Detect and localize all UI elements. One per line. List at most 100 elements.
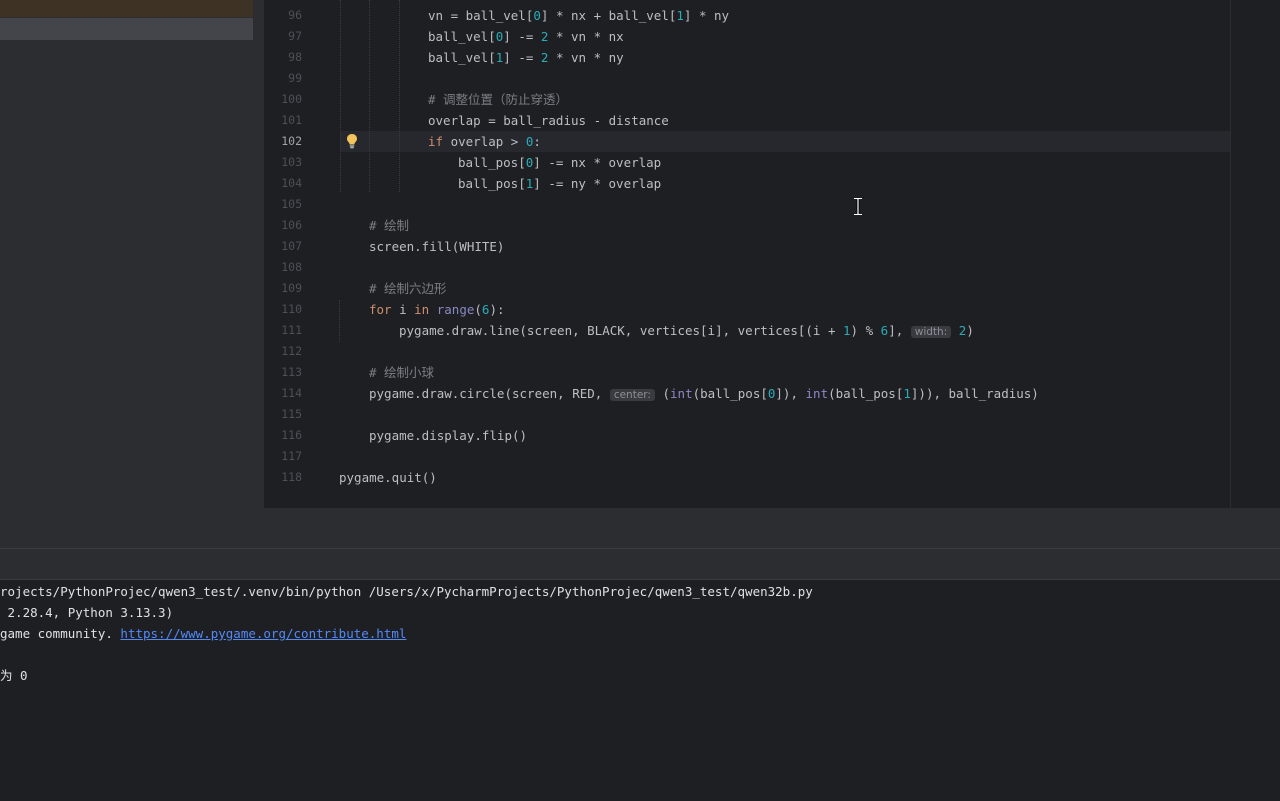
line-number: 97: [288, 29, 302, 43]
line-number: 104: [281, 176, 302, 190]
line-number: 114: [281, 386, 302, 400]
console-line-pygame-version: 2.28.4, Python 3.13.3): [0, 605, 174, 620]
code-line[interactable]: ball_vel[0] -= 2 * vn * nx: [339, 26, 624, 47]
code-editor[interactable]: 96 97 98 99 100 101 102 103 104 105 106 107 108 109 11…: [265, 0, 1280, 508]
code-token: (ball_pos[: [692, 386, 768, 401]
line-number: 110: [281, 302, 302, 316]
code-line[interactable]: # 绘制: [339, 215, 409, 236]
code-token: int: [805, 386, 829, 401]
line-number: 115: [281, 407, 302, 421]
code-token: # 绘制: [369, 218, 410, 233]
project-tree-scrollbar[interactable]: [253, 0, 264, 508]
code-line[interactable]: # 调整位置（防止穿透）: [339, 89, 568, 110]
code-token: pygame.draw.line(screen, BLACK, vertices…: [399, 323, 844, 338]
code-token: for: [369, 302, 392, 317]
run-toolwindow-header: [0, 549, 1280, 579]
code-token: pygame.quit(): [339, 470, 437, 485]
line-number: 117: [281, 449, 302, 463]
line-number: 102: [281, 134, 302, 148]
console-line-command: rojects/PythonProjec/qwen3_test/.venv/bi…: [0, 584, 813, 599]
code-token: # 绘制小球: [369, 365, 435, 380]
code-token: 0: [533, 8, 541, 23]
code-token: (ball_pos[: [828, 386, 904, 401]
code-line[interactable]: ball_pos[1] -= ny * overlap: [339, 173, 661, 194]
code-token: :: [533, 134, 541, 149]
editor-bottom-area: [0, 508, 1280, 548]
code-token: overlap = ball_radius - distance: [428, 113, 669, 128]
code-token: 1: [676, 8, 684, 23]
code-token: ball_vel[: [428, 29, 496, 44]
line-number-gutter: 96 97 98 99 100 101 102 103 104 105 106 107 108 109 11…: [265, 0, 335, 508]
code-token: pygame.display.flip(): [369, 428, 528, 443]
console-line-output: 为 0: [0, 668, 28, 683]
code-token: ] -=: [503, 50, 541, 65]
parameter-hint: width:: [910, 326, 952, 338]
text-cursor-icon: [854, 197, 862, 216]
project-tree-panel: [0, 0, 264, 508]
line-number: 107: [281, 239, 302, 253]
code-line[interactable]: vn = ball_vel[0] * nx + ball_vel[1] * ny: [339, 5, 729, 26]
code-line[interactable]: pygame.draw.line(screen, BLACK, vertices…: [339, 320, 974, 341]
line-number: 99: [288, 71, 302, 85]
code-token: in: [414, 302, 430, 317]
code-line[interactable]: pygame.draw.circle(screen, RED, center: …: [339, 383, 1039, 404]
code-token: ] * nx + ball_vel[: [540, 8, 677, 23]
code-line[interactable]: # 绘制六边形: [339, 278, 447, 299]
code-line[interactable]: pygame.quit(): [339, 467, 437, 488]
code-token: ]),: [775, 386, 806, 401]
console-line-community: game community. https://www.pygame.org/c…: [0, 623, 406, 644]
line-number: 103: [281, 155, 302, 169]
code-line[interactable]: for i in range(6):: [339, 299, 505, 320]
code-line[interactable]: ball_vel[1] -= 2 * vn * ny: [339, 47, 624, 68]
code-token: ball_pos[: [458, 155, 526, 170]
code-token: * vn * ny: [548, 50, 624, 65]
line-number: 112: [281, 344, 302, 358]
project-tree-selected-row[interactable]: [0, 18, 253, 40]
code-token: int: [670, 386, 693, 401]
code-token: ):: [489, 302, 505, 317]
code-token: pygame.draw.circle(screen, RED,: [369, 386, 610, 401]
line-number: 96: [288, 8, 302, 22]
code-token: ] * ny: [683, 8, 730, 23]
code-token: ],: [888, 323, 911, 338]
line-number: 116: [281, 428, 302, 442]
code-line[interactable]: screen.fill(WHITE): [339, 236, 504, 257]
line-number: 118: [281, 470, 302, 484]
code-token: 1: [843, 323, 851, 338]
line-number: 106: [281, 218, 302, 232]
code-token: ])), ball_radius): [910, 386, 1039, 401]
line-number: 108: [281, 260, 302, 274]
code-token: ball_pos[: [458, 176, 526, 191]
console-community-text: game community.: [0, 626, 121, 641]
code-token: overlap >: [443, 134, 526, 149]
code-token: # 调整位置（防止穿透）: [428, 92, 569, 107]
pygame-contribute-link[interactable]: https://www.pygame.org/contribute.html: [120, 626, 406, 641]
code-token: # 绘制六边形: [369, 281, 447, 296]
line-number: 113: [281, 365, 302, 379]
line-number: 100: [281, 92, 302, 106]
code-token: i: [391, 302, 415, 317]
run-console[interactable]: rojects/PythonProjec/qwen3_test/.venv/bi…: [0, 579, 1280, 801]
code-line[interactable]: # 绘制小球: [339, 362, 434, 383]
code-token: ] -= nx * overlap: [533, 155, 662, 170]
code-line[interactable]: overlap = ball_radius - distance: [339, 110, 669, 131]
code-token: (: [654, 386, 671, 401]
code-token: vn = ball_vel[: [428, 8, 534, 23]
code-token: ball_vel[: [428, 50, 496, 65]
lightbulb-icon[interactable]: [345, 133, 359, 149]
line-number: 111: [281, 323, 302, 337]
code-line[interactable]: ball_pos[0] -= nx * overlap: [339, 152, 661, 173]
project-tree-highlight-row[interactable]: [0, 0, 264, 17]
code-token: screen.fill(WHITE): [369, 239, 505, 254]
line-number: 105: [281, 197, 302, 211]
code-token: ) %: [850, 323, 881, 338]
line-number: 98: [288, 50, 302, 64]
code-token: ] -= ny * overlap: [533, 176, 662, 191]
code-line[interactable]: pygame.display.flip(): [339, 425, 527, 446]
code-line[interactable]: if overlap > 0:: [339, 131, 541, 152]
code-token: * vn * nx: [548, 29, 624, 44]
editor-right-gutter: [1230, 0, 1280, 508]
code-token: 1: [903, 386, 911, 401]
code-token: (: [474, 302, 482, 317]
